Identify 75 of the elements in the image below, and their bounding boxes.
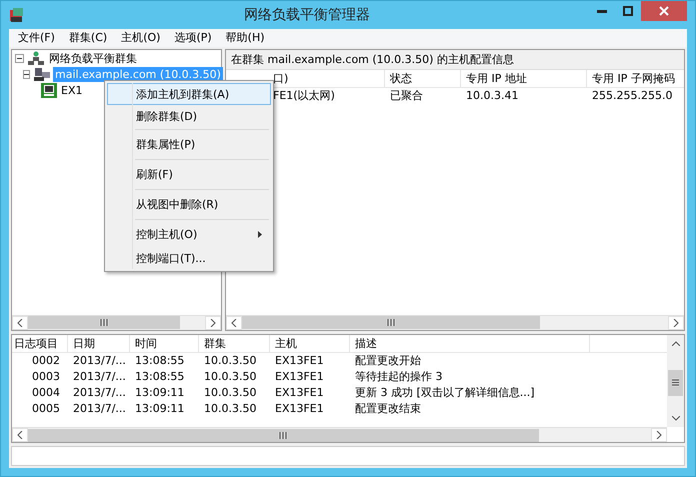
collapse-icon[interactable]: [15, 54, 24, 64]
server-icon: [33, 67, 51, 82]
table-cell: 配置更改结束: [355, 402, 421, 415]
table-cell: 13:08:55: [135, 370, 184, 383]
minimize-icon: [597, 10, 607, 12]
scroll-left-icon[interactable]: [226, 316, 242, 330]
table-cell: 更新 3 成功 [双击以了解详细信息...]: [355, 386, 535, 399]
menu-bar-item[interactable]: 主机(O): [114, 30, 168, 46]
table-cell: EX13FE1: [275, 402, 324, 415]
table-cell: 2013/7/...: [73, 370, 126, 383]
vertical-scrollbar[interactable]: [667, 334, 684, 428]
table-cell: 0005: [32, 402, 60, 415]
table-cell: 等待挂起的操作 3: [355, 370, 442, 383]
table-cell: 10.0.3.41: [466, 88, 518, 102]
table-cell: 10.0.3.50: [204, 354, 256, 367]
table-cell: 13:09:11: [135, 386, 184, 399]
column-header[interactable]: 口): [273, 72, 288, 85]
menu-bar-item[interactable]: 群集(C): [62, 30, 114, 46]
table-cell: 2013/7/...: [73, 386, 126, 399]
table-cell: 10.0.3.50: [204, 402, 256, 415]
scroll-thumb[interactable]: [668, 370, 683, 396]
table-cell: 2013/7/...: [73, 402, 126, 415]
table-cell: 0002: [32, 354, 60, 367]
close-button[interactable]: [641, 1, 687, 21]
close-icon: [659, 6, 669, 16]
menu-bar-item[interactable]: 选项(P): [167, 30, 219, 46]
window-title: 网络负载平衡管理器: [243, 6, 371, 24]
panel-caption: 在群集 mail.example.com (10.0.3.50) 的主机配置信息: [226, 50, 684, 70]
scroll-right-icon[interactable]: [668, 316, 684, 330]
column-header[interactable]: 状态: [390, 72, 412, 85]
table-cell: 2013/7/...: [73, 354, 126, 367]
table-cell: 13:08:55: [135, 354, 184, 367]
scroll-left-icon[interactable]: [12, 428, 28, 442]
scroll-right-icon[interactable]: [651, 428, 667, 442]
horizontal-scrollbar[interactable]: [12, 427, 667, 442]
table-cell: FE1(以太网): [273, 88, 335, 102]
scroll-thumb[interactable]: [28, 428, 539, 442]
column-header[interactable]: 时间: [135, 336, 157, 350]
menu-item[interactable]: 删除群集(D): [107, 105, 271, 127]
menu-item[interactable]: 添加主机到群集(A): [107, 83, 271, 105]
table-cell: 配置更改开始: [355, 354, 421, 367]
scroll-thumb[interactable]: [242, 316, 540, 330]
table-cell: EX13FE1: [275, 370, 324, 383]
column-header[interactable]: 日志项目: [14, 336, 58, 350]
menu-item[interactable]: 控制端口(T)...: [107, 247, 271, 269]
scroll-right-icon[interactable]: [205, 316, 221, 330]
maximize-icon: [623, 6, 633, 16]
scroll-left-icon[interactable]: [12, 316, 28, 330]
table-cell: 0004: [32, 386, 60, 399]
table-cell: 已聚合: [390, 88, 423, 102]
column-header[interactable]: 主机: [275, 336, 297, 350]
tree-item[interactable]: EX1: [59, 83, 84, 98]
column-header[interactable]: 群集: [204, 336, 226, 350]
menu-bar-item[interactable]: 文件(F): [11, 30, 62, 46]
computer-icon: [41, 83, 57, 98]
column-header[interactable]: 专用 IP 地址: [466, 72, 527, 85]
submenu-arrow-icon: [258, 230, 262, 238]
table-cell: 10.0.3.50: [204, 370, 256, 383]
table-cell: 0003: [32, 370, 60, 383]
column-header[interactable]: 日期: [73, 336, 95, 350]
menu-bar-item[interactable]: 帮助(H): [218, 30, 272, 46]
column-header[interactable]: 描述: [355, 336, 377, 350]
app-icon: [9, 7, 25, 23]
horizontal-scrollbar[interactable]: [12, 314, 221, 330]
horizontal-scrollbar[interactable]: [226, 314, 684, 330]
collapse-icon[interactable]: [23, 70, 30, 80]
cluster-icon: [27, 51, 45, 66]
table-cell: 255.255.255.0: [592, 88, 672, 102]
table-cell: 13:09:11: [135, 402, 184, 415]
table-cell: 10.0.3.50: [204, 386, 256, 399]
column-header[interactable]: 专用 IP 子网掩码: [592, 72, 675, 85]
scroll-thumb[interactable]: [28, 316, 180, 330]
tree-item[interactable]: 网络负载平衡群集: [47, 51, 139, 66]
table-cell: EX13FE1: [275, 354, 324, 367]
table-cell: EX13FE1: [275, 386, 324, 399]
